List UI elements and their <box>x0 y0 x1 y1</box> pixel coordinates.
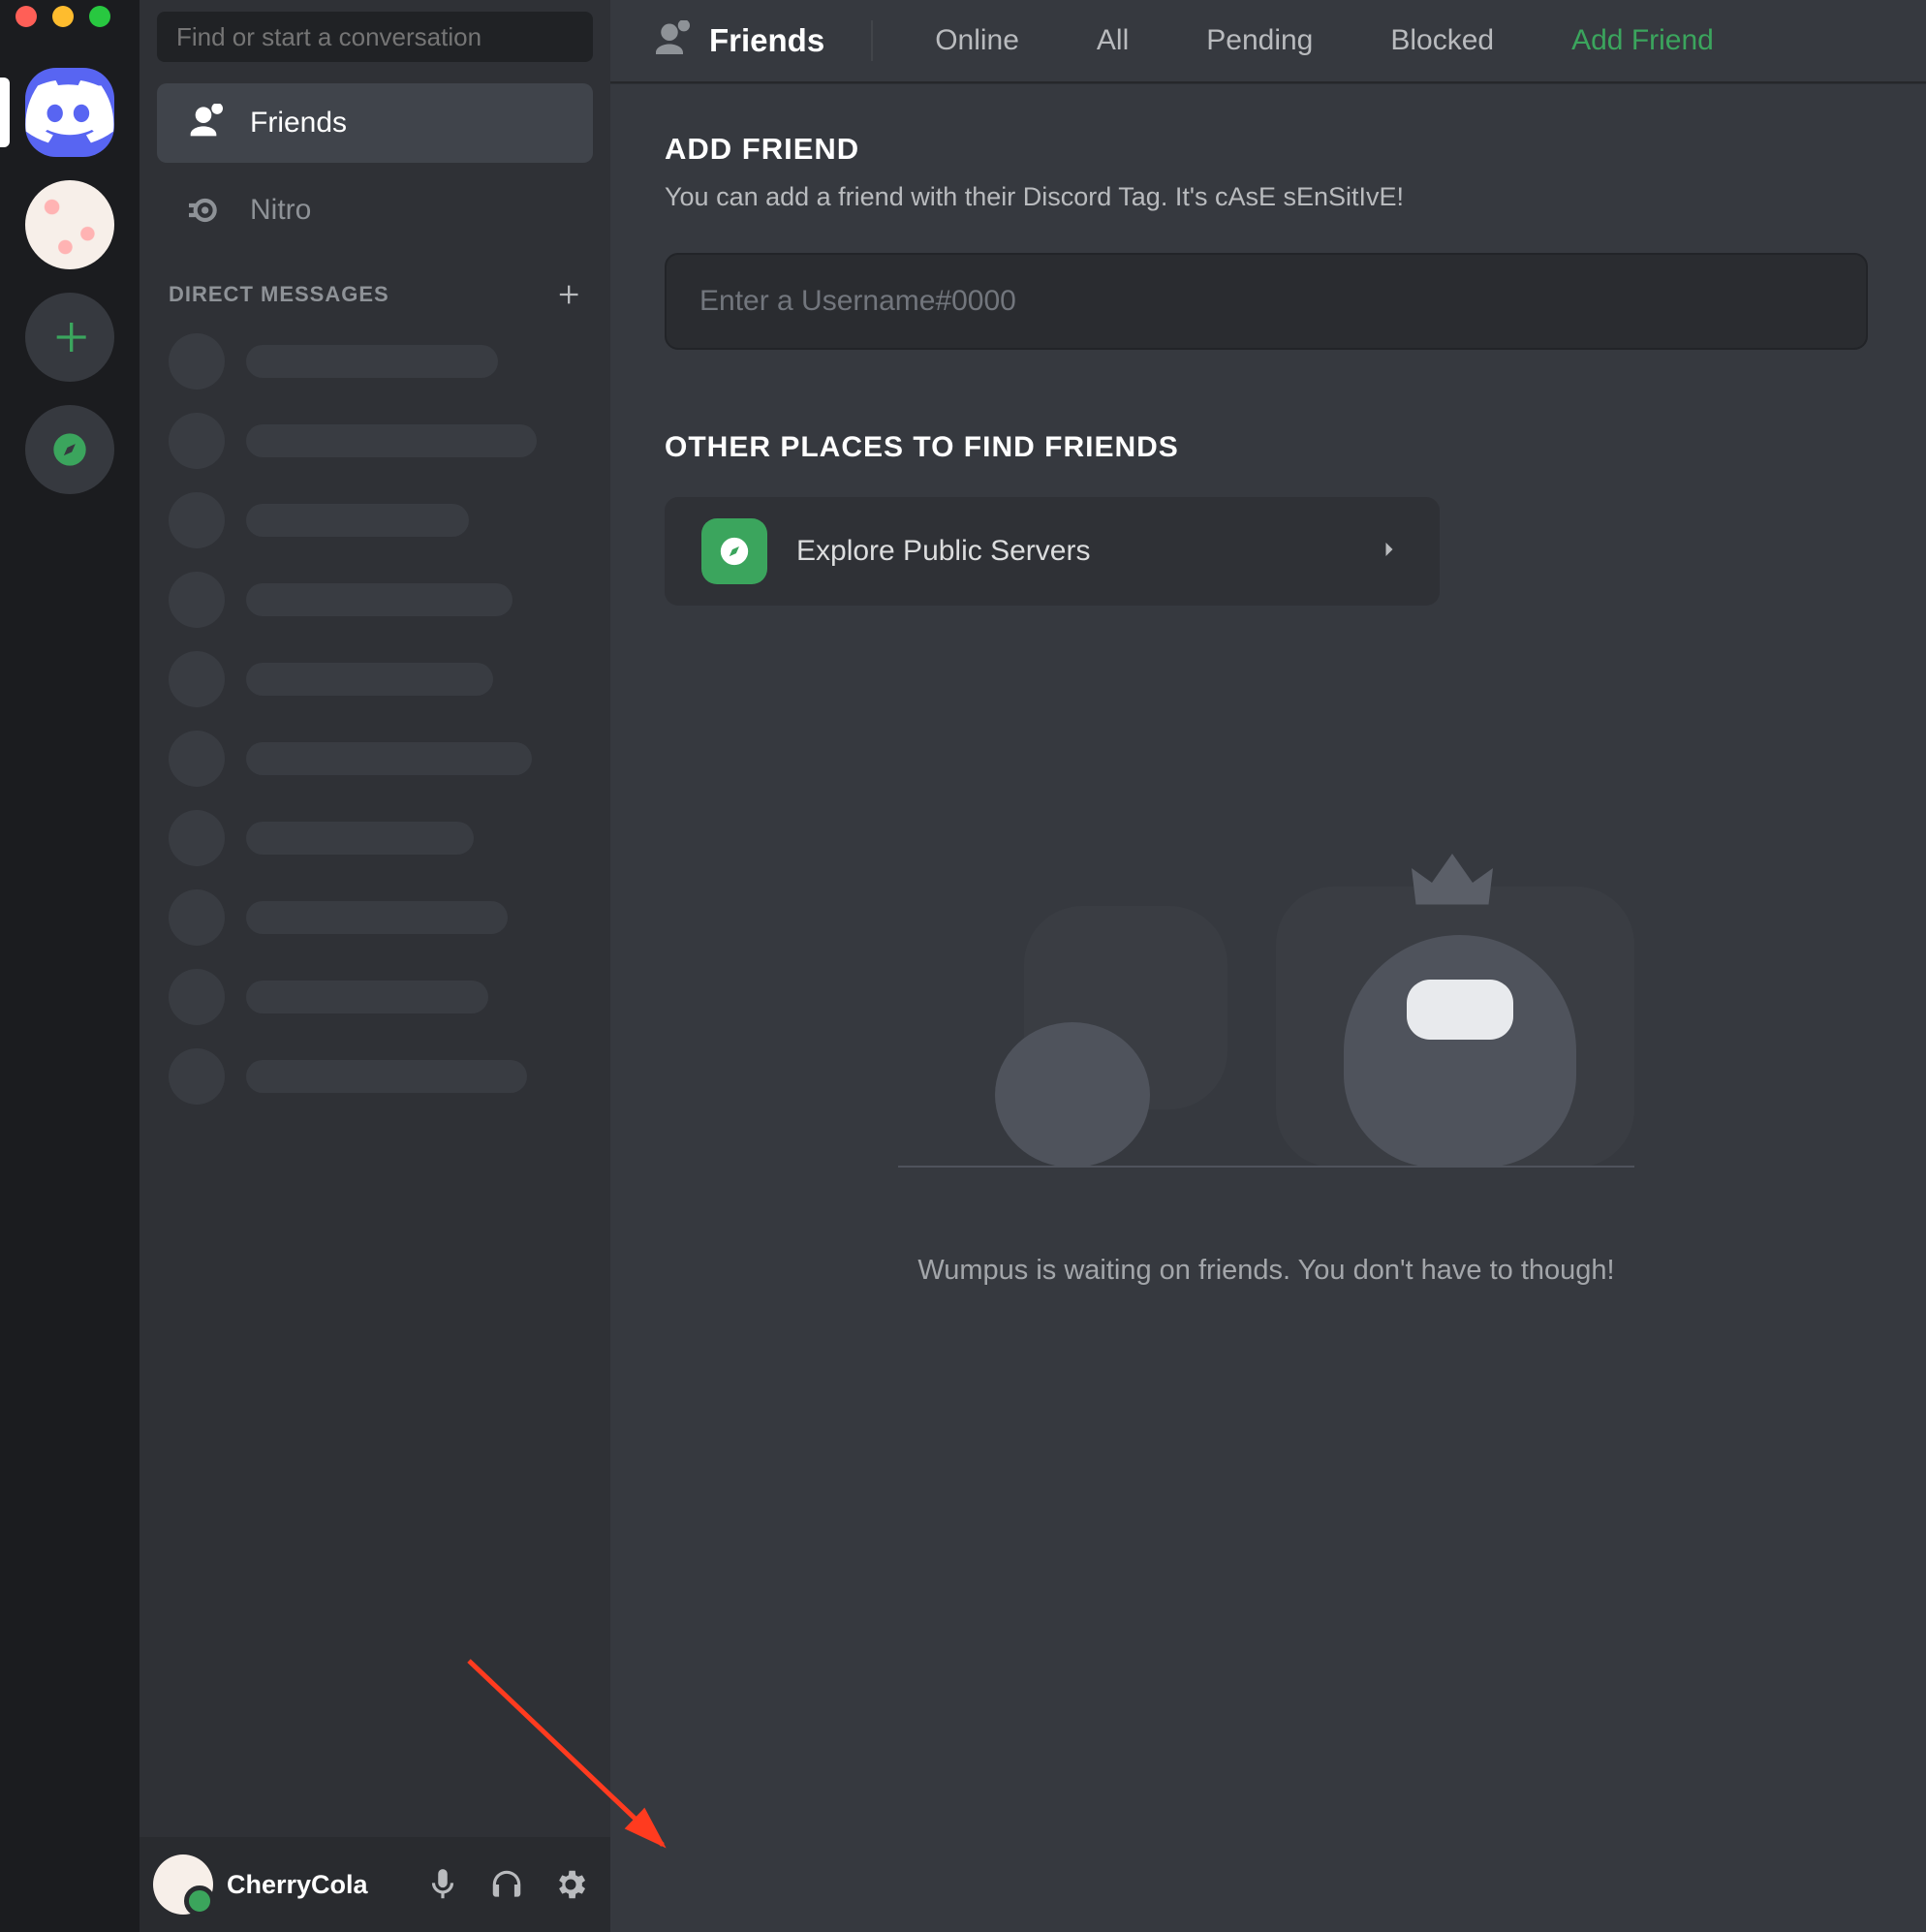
dm-placeholder-row <box>140 1037 610 1116</box>
quick-switcher[interactable] <box>157 12 593 62</box>
window-minimize-dot[interactable] <box>52 6 74 27</box>
placeholder-line <box>246 583 513 616</box>
user-name: CherryCola <box>227 1870 368 1900</box>
placeholder-line <box>246 504 469 537</box>
nav-nitro-label: Nitro <box>250 194 311 227</box>
nitro-icon <box>184 191 223 230</box>
dm-placeholder-row <box>140 957 610 1037</box>
new-dm-button[interactable] <box>554 281 581 308</box>
server-avatar[interactable] <box>25 180 114 269</box>
dm-placeholder-row <box>140 481 610 560</box>
user-panel: CherryCola <box>140 1837 610 1932</box>
placeholder-line <box>246 345 498 378</box>
friends-icon <box>649 20 690 61</box>
placeholder-line <box>246 742 532 775</box>
dm-placeholder-row <box>140 639 610 719</box>
dm-placeholder-row <box>140 878 610 957</box>
dm-header: DIRECT MESSAGES <box>140 254 610 322</box>
dm-placeholder-row <box>140 322 610 401</box>
empty-state-text: Wumpus is waiting on friends. You don't … <box>917 1255 1614 1287</box>
placeholder-avatar <box>169 810 225 866</box>
dm-placeholder-row <box>140 798 610 878</box>
dm-placeholder-row <box>140 401 610 481</box>
home-button[interactable] <box>25 68 114 157</box>
discord-logo-icon <box>25 80 114 144</box>
placeholder-line <box>246 901 508 934</box>
nav-nitro[interactable]: Nitro <box>157 171 593 250</box>
topbar-lead-label: Friends <box>709 22 824 59</box>
quick-switcher-input[interactable] <box>176 22 574 52</box>
window-close-dot[interactable] <box>16 6 37 27</box>
deafen-button[interactable] <box>477 1854 537 1915</box>
add-friend-placeholder: Enter a Username#0000 <box>699 285 1016 318</box>
dm-placeholder-row <box>140 560 610 639</box>
mute-mic-button[interactable] <box>413 1854 473 1915</box>
toy-figure <box>995 1022 1150 1168</box>
placeholder-avatar <box>169 572 225 628</box>
tab-blocked[interactable]: Blocked <box>1375 18 1509 63</box>
explore-icon-box <box>701 518 767 584</box>
placeholder-line <box>246 822 474 855</box>
topbar: Friends Online All Pending Blocked Add F… <box>610 0 1926 83</box>
guild-rail <box>0 0 140 1932</box>
microphone-icon <box>424 1866 461 1903</box>
placeholder-line <box>246 1060 527 1093</box>
placeholder-avatar <box>169 492 225 548</box>
friends-icon <box>184 104 223 142</box>
chevron-right-icon <box>1376 536 1403 568</box>
dm-list <box>140 322 610 1116</box>
placeholder-line <box>246 424 537 457</box>
tab-online[interactable]: Online <box>919 18 1035 63</box>
nav-friends-label: Friends <box>250 107 347 140</box>
dm-header-label: DIRECT MESSAGES <box>169 282 389 307</box>
nav-friends[interactable]: Friends <box>157 83 593 163</box>
add-friend-input[interactable]: Enter a Username#0000 <box>665 253 1868 350</box>
crown-icon <box>1406 854 1499 912</box>
user-settings-button[interactable] <box>541 1854 601 1915</box>
add-friend-heading: ADD FRIEND <box>665 132 1868 167</box>
placeholder-avatar <box>169 333 225 390</box>
topbar-separator <box>871 20 873 61</box>
compass-icon <box>718 535 751 568</box>
main-content: Friends Online All Pending Blocked Add F… <box>610 0 1926 1932</box>
user-avatar[interactable] <box>153 1854 213 1915</box>
placeholder-avatar <box>169 1048 225 1105</box>
empty-state: Wumpus is waiting on friends. You don't … <box>898 857 1634 1287</box>
placeholder-avatar <box>169 889 225 946</box>
gear-icon <box>552 1866 589 1903</box>
placeholder-line <box>246 981 488 1013</box>
placeholder-avatar <box>169 413 225 469</box>
add-friend-subtext: You can add a friend with their Discord … <box>665 182 1868 212</box>
placeholder-avatar <box>169 651 225 707</box>
tab-add-friend[interactable]: Add Friend <box>1556 18 1729 63</box>
placeholder-avatar <box>169 969 225 1025</box>
window-zoom-dot[interactable] <box>89 6 110 27</box>
wumpus-body <box>1344 935 1576 1168</box>
add-server-button[interactable] <box>25 293 114 382</box>
compass-icon <box>50 430 89 469</box>
tab-pending[interactable]: Pending <box>1191 18 1328 63</box>
topbar-lead: Friends <box>649 20 824 61</box>
window-traffic-lights <box>16 6 110 27</box>
channel-sidebar: Friends Nitro DIRECT MESSAGES CherryCola <box>140 0 610 1932</box>
dm-placeholder-row <box>140 719 610 798</box>
placeholder-avatar <box>169 731 225 787</box>
plus-icon <box>50 318 89 357</box>
placeholder-line <box>246 663 493 696</box>
explore-public-servers-button[interactable]: Explore Public Servers <box>665 497 1440 606</box>
tab-all[interactable]: All <box>1081 18 1144 63</box>
explore-servers-button[interactable] <box>25 405 114 494</box>
wumpus-illustration <box>898 857 1634 1168</box>
headphones-icon <box>488 1866 525 1903</box>
explore-label: Explore Public Servers <box>796 535 1090 568</box>
other-places-heading: OTHER PLACES TO FIND FRIENDS <box>665 431 1868 464</box>
